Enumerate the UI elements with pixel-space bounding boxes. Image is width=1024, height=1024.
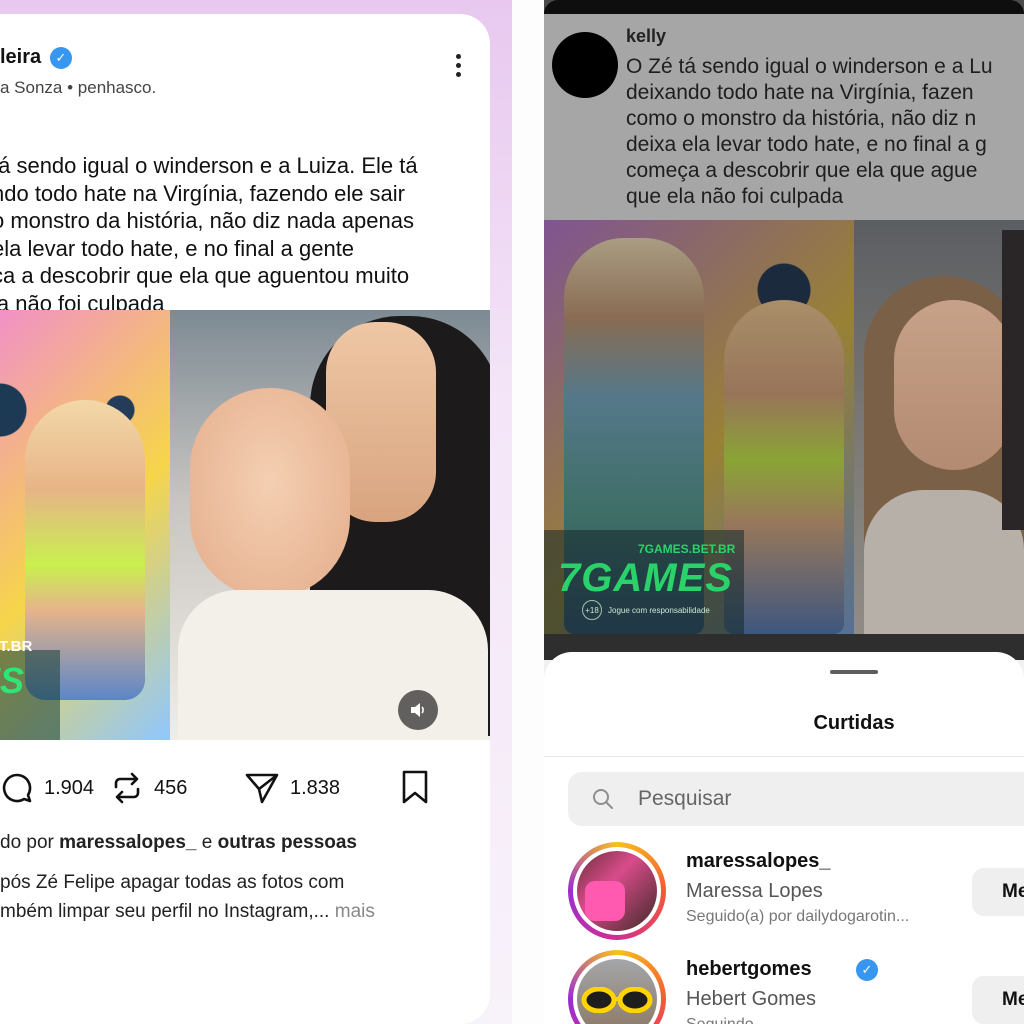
list-item-follow-note: Seguido(a) por dailydogarotin... — [686, 908, 910, 925]
post-media-carousel[interactable]: 7GAMES.BET.BR 7GAMES +18 Jogue com respo… — [544, 220, 1024, 634]
liked-by-summary[interactable]: do por maressalopes_ e outras pessoas — [0, 832, 357, 854]
send-icon — [245, 773, 279, 804]
promo-site-label: 7GAMES.BET.BR — [638, 542, 736, 556]
sound-toggle-icon[interactable] — [398, 690, 438, 730]
promo-logo: ES — [0, 660, 25, 701]
bookmark-button[interactable] — [400, 770, 430, 809]
list-item-full-name: Hebert Gomes — [686, 988, 817, 1010]
media-image-couple — [170, 310, 490, 740]
repost-count: 456 — [154, 776, 188, 799]
comment-icon — [2, 773, 32, 803]
verified-badge-icon: ✓ — [856, 959, 878, 981]
post-caption: pós Zé Felipe apagar todas as fotos com … — [0, 872, 375, 922]
list-item-username[interactable]: hebertgomes — [686, 958, 812, 981]
list-item-follow-note: Seguindo — [686, 1016, 754, 1024]
avatar[interactable] — [568, 842, 666, 940]
avatar[interactable] — [568, 950, 666, 1024]
message-button[interactable]: Me — [972, 976, 1024, 1024]
right-post-dimmed: kelly O Zé tá sendo igual o winderson e … — [544, 0, 1024, 660]
search-icon — [593, 789, 613, 809]
share-count: 1.838 — [290, 776, 341, 799]
post-author-username[interactable]: leira — [0, 46, 41, 69]
likes-bottom-sheet: Curtidas maressalopes_ Maressa Lopes Seg… — [544, 652, 1024, 1024]
share-button[interactable]: 1.838 — [244, 766, 340, 810]
verified-badge-icon: ✓ — [50, 47, 72, 69]
age-rating-badge: +18 — [582, 600, 602, 620]
post-text: O Zé tá sendo igual o winderson e a Lu d… — [626, 55, 993, 208]
message-button[interactable]: Me — [972, 868, 1024, 916]
more-options-icon[interactable] — [446, 54, 470, 90]
sheet-title: Curtidas — [813, 712, 895, 734]
list-item-username[interactable]: maressalopes_ — [686, 850, 831, 873]
right-post-header: kelly O Zé tá sendo igual o winderson e … — [544, 14, 1024, 220]
post-text: tá sendo igual o winderson e a Luiza. El… — [0, 153, 418, 316]
comment-count: 1.904 — [44, 776, 95, 799]
list-item[interactable]: hebertgomes ✓ Hebert Gomes Seguindo Me — [568, 950, 1024, 1024]
search-bar[interactable] — [568, 772, 1024, 826]
left-post-card: leira ✓ a Sonza • penhasco. tá sendo igu… — [0, 14, 490, 1024]
search-input[interactable] — [638, 780, 1018, 818]
post-actions-bar: 1.904 456 1.838 — [0, 766, 480, 810]
media-image-couple — [854, 220, 1024, 634]
promo-disclaimer: Jogue com responsabilidade — [608, 606, 710, 615]
liked-by-others[interactable]: outras pessoas — [218, 832, 357, 853]
bookmark-icon — [402, 770, 428, 804]
repost-icon — [114, 772, 140, 804]
media-image-promo: .BET.BR ES — [0, 310, 170, 740]
promo-logo: 7GAMES — [558, 556, 733, 600]
post-author-username[interactable]: kelly — [626, 26, 666, 47]
panel-divider — [512, 0, 544, 1024]
comment-button[interactable]: 1.904 — [0, 766, 94, 810]
repost-button[interactable]: 456 — [110, 766, 187, 810]
promo-site-label: .BET.BR — [0, 638, 33, 655]
avatar[interactable] — [552, 32, 618, 98]
list-item-full-name: Maressa Lopes — [686, 880, 823, 902]
list-item[interactable]: maressalopes_ Maressa Lopes Seguido(a) p… — [568, 842, 1024, 942]
sunglasses-icon — [581, 987, 653, 1013]
sheet-drag-handle[interactable] — [830, 670, 878, 674]
post-media-carousel[interactable]: .BET.BR ES — [0, 310, 490, 740]
liked-by-user[interactable]: maressalopes_ — [59, 832, 196, 853]
caption-more-link[interactable]: mais — [329, 901, 375, 922]
post-subtitle[interactable]: a Sonza • penhasco. — [0, 78, 156, 98]
